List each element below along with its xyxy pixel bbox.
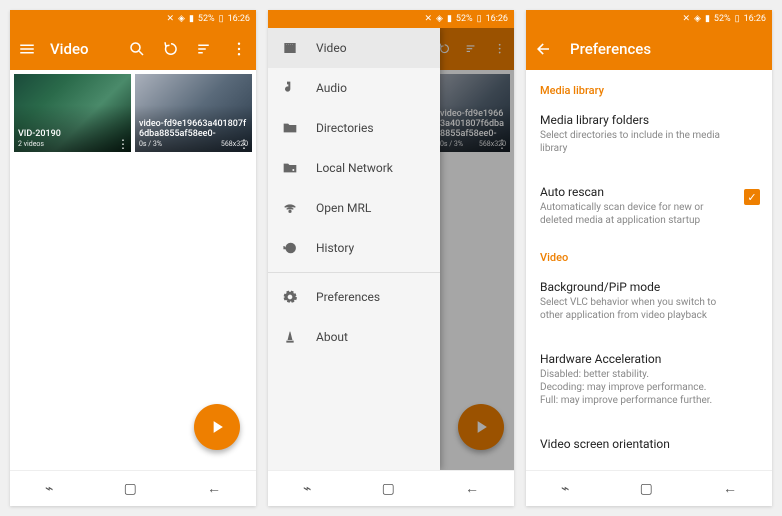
drawer-item-label: About [316,330,348,344]
preferences-list[interactable]: Media library Media library folders Sele… [526,70,772,470]
pref-background-pip[interactable]: Background/PiP mode Select VLC behavior … [526,270,772,332]
status-bar: ✕ ◈ ▮ 52% ▯ 16:26 [10,10,256,28]
video-content: VID-20190 2 videos ⋮ video-fd9e19663a401… [10,70,256,470]
drawer-item-video[interactable]: Video [268,28,440,68]
tile-more-icon[interactable]: ⋮ [117,138,129,150]
nav-back-icon[interactable]: ← [723,480,737,497]
status-bar: ✕ ◈ ▮ 52% ▯ 16:26 [526,10,772,28]
section-history: History [526,461,772,470]
nav-home-icon[interactable]: ▢ [382,481,395,497]
section-video: Video [526,237,772,270]
screen-drawer: ✕ ◈ ▮ 52% ▯ 16:26 [268,10,514,506]
signal-icon: ▮ [447,14,452,24]
battery-pct: 52% [456,14,473,24]
android-nav-bar: ⌁ ▢ ← [526,470,772,506]
page-title: Video [50,40,114,58]
checkbox-checked-icon[interactable] [744,189,760,205]
vlc-cone-icon [282,329,298,345]
nav-recent-icon[interactable]: ⌁ [303,481,311,497]
drawer-item-directories[interactable]: Directories [268,108,440,148]
history-icon [282,240,298,256]
status-bar: ✕ ◈ ▮ 52% ▯ 16:26 [268,10,514,28]
clock: 16:26 [486,14,508,24]
pref-screen-orientation[interactable]: Video screen orientation [526,427,772,461]
pref-media-library-folders[interactable]: Media library folders Select directories… [526,103,772,165]
nav-recent-icon[interactable]: ⌁ [561,481,569,497]
battery-icon: ▯ [219,14,224,24]
android-nav-bar: ⌁ ▢ ← [268,470,514,506]
drawer-item-open-mrl[interactable]: Open MRL [268,188,440,228]
last-played-icon[interactable] [162,40,180,58]
battery-pct: 52% [714,14,731,24]
sort-icon[interactable] [196,40,214,58]
mute-icon: ✕ [682,14,690,24]
hamburger-icon[interactable] [18,40,36,58]
signal-icon: ▮ [705,14,710,24]
back-arrow-icon[interactable] [534,40,552,58]
video-grid: VID-20190 2 videos ⋮ video-fd9e19663a401… [10,70,256,156]
battery-icon: ▯ [735,14,740,24]
play-fab[interactable] [194,404,240,450]
drawer-item-label: Preferences [316,290,380,304]
drawer-item-local-network[interactable]: Local Network [268,148,440,188]
screen-video-list: ✕ ◈ ▮ 52% ▯ 16:26 Video [10,10,256,506]
video-tile[interactable]: video-fd9e19663a401807f6dba8855af58ee0- … [135,74,252,152]
nav-back-icon[interactable]: ← [207,480,221,497]
drawer-item-label: Local Network [316,161,393,175]
signal-icon: ▮ [189,14,194,24]
drawer-item-audio[interactable]: Audio [268,68,440,108]
more-icon[interactable] [230,40,248,58]
drawer-item-preferences[interactable]: Preferences [268,277,440,317]
drawer-item-label: History [316,241,354,255]
mute-icon: ✕ [424,14,432,24]
page-title: Preferences [570,40,764,58]
video-subtitle: 2 videos [18,140,127,148]
nav-back-icon[interactable]: ← [465,480,479,497]
wifi-icon: ◈ [178,14,185,24]
pref-hardware-acceleration[interactable]: Hardware Acceleration Disabled: better s… [526,342,772,417]
nav-home-icon[interactable]: ▢ [124,481,137,497]
android-nav-bar: ⌁ ▢ ← [10,470,256,506]
nav-drawer: Video Audio Directories Local Network [268,28,440,470]
wifi-icon: ◈ [436,14,443,24]
nav-recent-icon[interactable]: ⌁ [45,481,53,497]
section-media-library: Media library [526,70,772,103]
video-title: video-fd9e19663a401807f6dba8855af58ee0- [139,120,248,140]
stream-icon [282,200,298,216]
screen-preferences: ✕ ◈ ▮ 52% ▯ 16:26 Preferences Media libr… [526,10,772,506]
pref-auto-rescan[interactable]: Auto rescan Automatically scan device fo… [526,175,772,237]
nav-home-icon[interactable]: ▢ [640,481,653,497]
folder-icon [282,120,298,136]
gear-icon [282,289,298,305]
video-icon [282,40,298,56]
audio-icon [282,80,298,96]
video-tile[interactable]: VID-20190 2 videos ⋮ [14,74,131,152]
battery-icon: ▯ [477,14,482,24]
video-subtitle: 0s / 3% 568x320 [139,140,248,148]
drawer-item-label: Audio [316,81,347,95]
network-folder-icon [282,160,298,176]
clock: 16:26 [228,14,250,24]
app-bar: Preferences [526,28,772,70]
wifi-icon: ◈ [694,14,701,24]
drawer-item-about[interactable]: About [268,317,440,357]
drawer-item-label: Video [316,41,347,55]
drawer-item-history[interactable]: History [268,228,440,268]
mute-icon: ✕ [166,14,174,24]
video-title: VID-20190 [18,130,127,140]
search-icon[interactable] [128,40,146,58]
battery-pct: 52% [198,14,215,24]
tile-more-icon[interactable]: ⋮ [238,138,250,150]
drawer-item-label: Directories [316,121,374,135]
drawer-divider [268,272,440,273]
clock: 16:26 [744,14,766,24]
drawer-item-label: Open MRL [316,201,371,215]
app-bar: Video [10,28,256,70]
